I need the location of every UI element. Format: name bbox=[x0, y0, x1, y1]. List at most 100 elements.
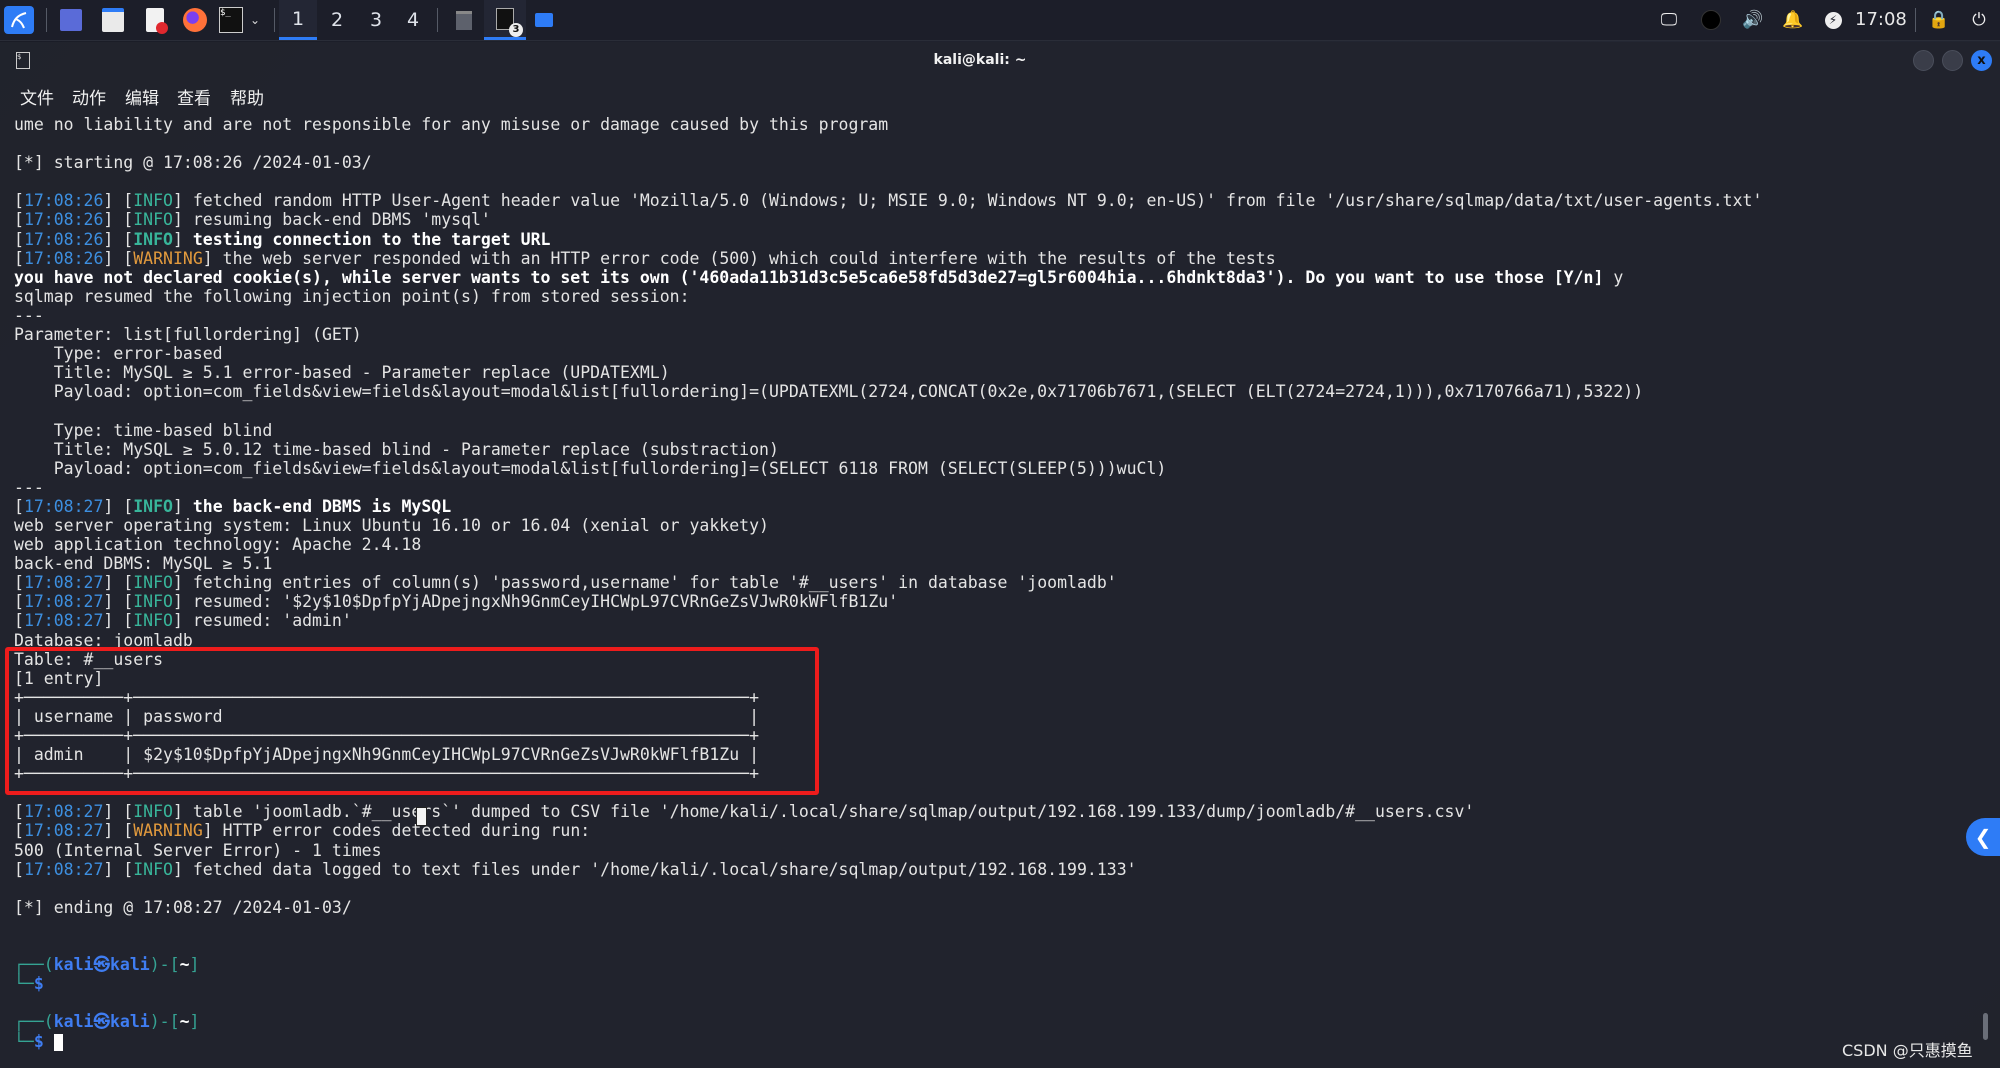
window-count-badge: 3 bbox=[509, 22, 523, 37]
terminal-line: you have not declared cookie(s), while s… bbox=[14, 268, 1762, 287]
menu-file[interactable]: 文件 bbox=[20, 84, 54, 109]
workspace-3[interactable]: 3 bbox=[357, 0, 395, 40]
prompt-frame: ┌──( bbox=[14, 1012, 54, 1032]
terminal-line: Payload: option=com_fields&view=fields&l… bbox=[14, 382, 1762, 401]
line-text: back-end DBMS: MySQL ≥ 5.1 bbox=[14, 554, 273, 574]
terminal-line: Type: error-based bbox=[14, 344, 1762, 363]
line-text: resumed: 'admin' bbox=[182, 611, 352, 631]
side-panel-toggle[interactable]: ❮ bbox=[1966, 818, 2000, 856]
text-editor-icon[interactable] bbox=[142, 6, 168, 34]
prompt-symbol: $ bbox=[33, 1031, 44, 1051]
chevron-down-icon[interactable]: ⌄ bbox=[248, 6, 262, 34]
mouse-cursor bbox=[416, 807, 427, 826]
volume-icon[interactable]: 🔊 bbox=[1742, 8, 1764, 32]
clock[interactable]: 17:08 bbox=[1855, 9, 1907, 30]
highlight-box bbox=[5, 647, 819, 795]
workspace-4[interactable]: 4 bbox=[394, 0, 432, 40]
firefox-icon[interactable] bbox=[181, 6, 209, 34]
network-icon[interactable]: 🖵 bbox=[1658, 8, 1680, 32]
privacy-icon[interactable] bbox=[1700, 8, 1722, 32]
kali-menu-icon[interactable] bbox=[4, 6, 34, 34]
line-text: table 'joomladb.`#__users`' dumped to CS… bbox=[182, 802, 1475, 822]
line-text: fetched data logged to text files under … bbox=[182, 859, 1137, 879]
terminal-line: [17:08:27] [INFO] table 'joomladb.`#__us… bbox=[14, 802, 1475, 822]
prompt-host: kali bbox=[110, 955, 150, 975]
terminal-line: [17:08:26] [INFO] resuming back-end DBMS… bbox=[14, 210, 491, 230]
menu-edit[interactable]: 编辑 bbox=[125, 84, 159, 109]
log-level: WARNING bbox=[133, 248, 203, 268]
line-text: [*] starting @ 17:08:26 /2024-01-03/ bbox=[14, 153, 372, 173]
terminal-window: $ kali@kali: ~ x 文件 动作 编辑 查看 帮助 ume no l… bbox=[0, 42, 2000, 1068]
line-text: sqlmap resumed the following injection p… bbox=[14, 286, 690, 306]
line-text: 500 (Internal Server Error) - 1 times bbox=[14, 840, 382, 860]
prompt-dir: ~ bbox=[179, 1012, 190, 1032]
timestamp: 17:08:27 bbox=[23, 496, 104, 516]
timestamp: 17:08:27 bbox=[23, 859, 104, 879]
title-bar[interactable]: $ kali@kali: ~ x bbox=[0, 42, 2000, 80]
desktop-icon[interactable] bbox=[58, 6, 84, 34]
maximize-button[interactable] bbox=[1942, 50, 1963, 71]
timestamp: 17:08:26 bbox=[23, 248, 104, 268]
terminal-line: [17:08:27] [INFO] the back-end DBMS is M… bbox=[14, 496, 452, 516]
log-level: INFO bbox=[133, 802, 173, 822]
terminal-line: back-end DBMS: MySQL ≥ 5.1 bbox=[14, 554, 1762, 573]
line-text: Title: MySQL ≥ 5.0.12 time-based blind -… bbox=[14, 439, 779, 459]
timestamp: 17:08:26 bbox=[23, 191, 104, 211]
terminal-line: Type: time-based blind bbox=[14, 421, 1762, 440]
prompt-frame: ┌──( bbox=[14, 955, 54, 975]
window-button-thunar[interactable] bbox=[452, 6, 476, 34]
logout-icon[interactable]: ⏻ bbox=[1968, 8, 1990, 32]
log-level: WARNING bbox=[133, 821, 203, 841]
prompt-frame: ] bbox=[189, 955, 200, 975]
log-level: INFO bbox=[133, 191, 173, 211]
log-level: INFO bbox=[133, 859, 173, 879]
terminal-line: [17:08:26] [WARNING] the web server resp… bbox=[14, 248, 1276, 268]
line-text: testing connection to the target URL bbox=[182, 229, 551, 249]
workspace-2[interactable]: 2 bbox=[318, 0, 356, 40]
window-title: kali@kali: ~ bbox=[933, 52, 1027, 68]
prompt-frame: )-[ bbox=[149, 1012, 180, 1032]
terminal-line: 500 (Internal Server Error) - 1 times bbox=[14, 841, 1762, 860]
file-manager-icon[interactable] bbox=[100, 6, 126, 34]
menu-view[interactable]: 查看 bbox=[177, 84, 211, 109]
prompt-separator: ㉿ bbox=[93, 955, 111, 975]
prompt-dir: ~ bbox=[179, 955, 190, 975]
timestamp: 17:08:27 bbox=[23, 802, 104, 822]
timestamp: 17:08:27 bbox=[23, 592, 104, 612]
workspace-1[interactable]: 1 bbox=[279, 0, 317, 40]
menu-action[interactable]: 动作 bbox=[72, 84, 106, 109]
line-text: web application technology: Apache 2.4.1… bbox=[14, 535, 422, 555]
scrollbar[interactable] bbox=[1983, 1013, 1988, 1040]
line-text: the web server responded with an HTTP er… bbox=[212, 248, 1276, 268]
timestamp: 17:08:27 bbox=[23, 821, 104, 841]
chevron-left-icon: ❮ bbox=[1974, 825, 1992, 849]
power-icon[interactable]: ⚡ bbox=[1822, 8, 1844, 32]
window-button-terminal[interactable]: 3 bbox=[484, 0, 526, 40]
timestamp: 17:08:26 bbox=[23, 229, 104, 249]
terminal-line: [17:08:26] [INFO] testing connection to … bbox=[14, 229, 551, 249]
terminal-line: ┌──(kali㉿kali)-[~] bbox=[14, 1012, 1762, 1031]
notification-bell-icon[interactable]: 🔔 bbox=[1782, 8, 1804, 32]
terminal-line: [17:08:27] [INFO] resumed: '$2y$10$DpfpY… bbox=[14, 592, 899, 612]
minimize-button[interactable] bbox=[1913, 50, 1934, 71]
menu-help[interactable]: 帮助 bbox=[230, 84, 264, 109]
folder-icon[interactable] bbox=[532, 6, 556, 34]
terminal-line: [17:08:27] [WARNING] HTTP error codes de… bbox=[14, 821, 591, 841]
terminal-output[interactable]: ume no liability and are not responsible… bbox=[14, 115, 1762, 1051]
line-text: web server operating system: Linux Ubunt… bbox=[14, 515, 769, 535]
terminal-line: [17:08:27] [INFO] fetching entries of co… bbox=[14, 573, 1117, 593]
lock-icon[interactable]: 🔒 bbox=[1928, 8, 1950, 32]
line-text: ume no liability and are not responsible… bbox=[14, 115, 889, 134]
terminal-line: --- bbox=[14, 306, 1762, 325]
terminal-line: Parameter: list[fullordering] (GET) bbox=[14, 325, 1762, 344]
top-panel: $_ ⌄ 1 2 3 4 3 🖵 🔊 🔔 ⚡ 17:08 🔒 ⏻ bbox=[0, 0, 2000, 41]
terminal-icon[interactable]: $_ bbox=[218, 6, 244, 34]
prompt-frame: └─ bbox=[14, 974, 34, 994]
terminal-line: Payload: option=com_fields&view=fields&l… bbox=[14, 459, 1762, 478]
close-button[interactable]: x bbox=[1971, 50, 1992, 71]
